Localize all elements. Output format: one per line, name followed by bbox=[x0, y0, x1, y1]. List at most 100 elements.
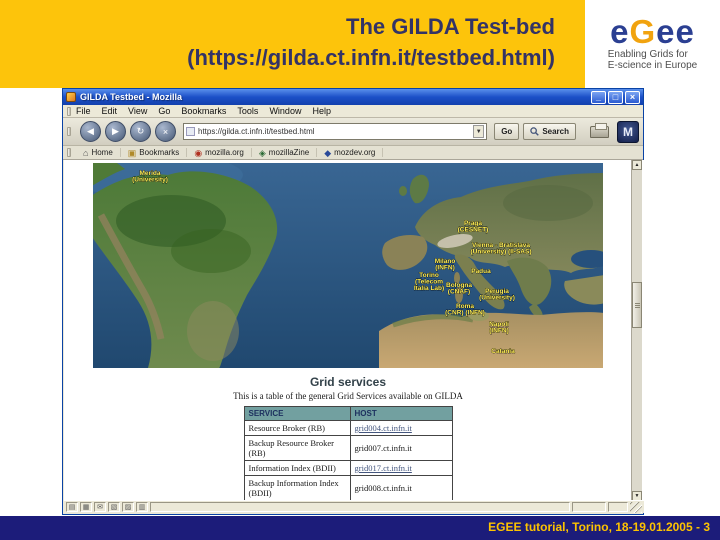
bookmark-item[interactable]: ◉ mozilla.org bbox=[187, 148, 252, 157]
bookmark-item[interactable]: ▣ Bookmarks bbox=[121, 148, 188, 157]
menu-item[interactable]: Window bbox=[269, 106, 301, 116]
bookmark-item[interactable]: ⌂ Home bbox=[76, 148, 121, 157]
menu-items: File Edit View Go Bookmarks Tools Window Help bbox=[76, 106, 342, 116]
bookmark-icon: ◆ bbox=[324, 147, 332, 158]
status-segment bbox=[572, 502, 606, 512]
service-cell: Information Index (BDII) bbox=[243, 460, 351, 476]
map-site-label: (CNAF) bbox=[448, 289, 470, 296]
status-message-field bbox=[150, 502, 570, 512]
window-buttons: _ □ × bbox=[591, 90, 640, 104]
egee-logo: eGee Enabling Grids for E-science in Eur… bbox=[585, 0, 720, 88]
menu-item[interactable]: Tools bbox=[237, 106, 258, 116]
bookmark-label: mozilla.org bbox=[205, 148, 244, 157]
table-row: Information Index (BDII) grid017.ct.infn… bbox=[243, 460, 453, 476]
bookmark-icon: ◉ bbox=[194, 147, 203, 158]
window-control-button[interactable]: □ bbox=[608, 90, 623, 104]
titlebar[interactable]: GILDA Testbed - Mozilla _ □ × bbox=[63, 89, 643, 105]
map-site-label: Padua bbox=[471, 268, 491, 275]
status-icons: ▤ ▦ ✉ ▧ ▨ ▥ bbox=[66, 502, 148, 512]
go-label: Go bbox=[501, 127, 513, 136]
go-button[interactable]: Go bbox=[494, 123, 520, 140]
menu-item[interactable]: Edit bbox=[102, 106, 118, 116]
url-dropdown-icon[interactable]: ▼ bbox=[473, 125, 485, 138]
bookmark-page-icon bbox=[186, 127, 195, 136]
status-segment bbox=[608, 502, 628, 512]
bookmark-item[interactable]: ◆ mozdev.org bbox=[317, 147, 384, 158]
bookmark-label: mozillaZine bbox=[268, 148, 310, 157]
menubar: File Edit View Go Bookmarks Tools Window Help bbox=[63, 105, 643, 118]
status-bar: ▤ ▦ ✉ ▧ ▨ ▥ bbox=[64, 500, 644, 513]
status-icon[interactable]: ▤ bbox=[66, 502, 78, 512]
personal-toolbar: ⌂ Home ▣ Bookmarks ◉ mozilla.org ◈ mozil… bbox=[63, 146, 643, 160]
world-map-image: Merida(University)Praga(CESNET)Vienna - … bbox=[64, 160, 611, 368]
map-site-label: (University) (II-SAS) bbox=[470, 249, 531, 256]
mozilla-logo[interactable]: M bbox=[617, 120, 639, 143]
site-map: Merida (University) Praga (CESNET) Vienna - … bbox=[64, 160, 611, 368]
bookmark-item[interactable]: ◈ mozillaZine bbox=[252, 147, 318, 158]
map-site-label: (INFN) bbox=[435, 265, 455, 272]
menu-item[interactable]: File bbox=[76, 106, 91, 116]
toolbar-grippy[interactable] bbox=[67, 148, 71, 157]
menu-item[interactable]: Help bbox=[312, 106, 331, 116]
url-bar[interactable]: ▼ bbox=[183, 123, 488, 140]
window-icon bbox=[66, 92, 76, 102]
slide-title: The GILDA Test-bed (https://gilda.ct.inf… bbox=[187, 11, 555, 73]
menu-item[interactable]: View bbox=[128, 106, 147, 116]
map-site-label: (CESNET) bbox=[458, 227, 489, 234]
host-cell[interactable]: grid008.ct.infn.it bbox=[349, 475, 453, 501]
toolbar-grippy[interactable] bbox=[67, 127, 71, 136]
service-cell: Backup Information Index (BDII) bbox=[243, 475, 351, 501]
printer-icon[interactable] bbox=[590, 122, 609, 138]
window-control-button[interactable]: × bbox=[625, 90, 640, 104]
status-icon[interactable]: ▥ bbox=[136, 502, 148, 512]
vertical-scrollbar[interactable]: ▲ ▼ bbox=[631, 160, 642, 501]
bookmark-items: ⌂ Home ▣ Bookmarks ◉ mozilla.org ◈ mozil… bbox=[76, 147, 384, 158]
browser-window: GILDA Testbed - Mozilla _ □ × File Edit View… bbox=[62, 88, 644, 515]
slide: The GILDA Test-bed (https://gilda.ct.inf… bbox=[0, 0, 720, 540]
status-icon[interactable]: ✉ bbox=[94, 502, 106, 512]
grid-services-heading: Grid services bbox=[309, 375, 387, 389]
menu-item[interactable]: Go bbox=[158, 106, 170, 116]
table-row: Resource Broker (RB) grid004.ct.infn.it bbox=[243, 420, 453, 436]
table-header-service: SERVICE bbox=[243, 406, 351, 421]
service-cell: Backup Resource Broker (RB) bbox=[243, 435, 351, 461]
services-table: SERVICE HOST Resource Broker (RB) grid00… bbox=[243, 406, 453, 501]
bookmark-icon: ▣ bbox=[127, 147, 137, 158]
table-header-host: HOST bbox=[349, 406, 453, 421]
nav-button[interactable]: ◀ bbox=[80, 121, 101, 142]
nav-button[interactable]: ▶ bbox=[105, 121, 126, 142]
logo-tagline: Enabling Grids for E-science in Europe bbox=[608, 49, 698, 71]
status-icon[interactable]: ▨ bbox=[122, 502, 134, 512]
menu-item[interactable]: Bookmarks bbox=[181, 106, 226, 116]
host-cell[interactable]: grid017.ct.infn.it bbox=[349, 460, 453, 476]
url-input[interactable] bbox=[198, 127, 471, 136]
scroll-up-button[interactable]: ▲ bbox=[632, 160, 642, 170]
table-row: Backup Information Index (BDII) grid008.… bbox=[243, 475, 453, 501]
bookmark-label: Bookmarks bbox=[139, 148, 180, 157]
table-header-row: SERVICE HOST bbox=[243, 406, 453, 421]
map-site-label: (CNR) (INFN) bbox=[445, 310, 485, 317]
map-site-label: (University) bbox=[479, 295, 515, 302]
search-button[interactable]: Search bbox=[523, 123, 576, 140]
logo-letter: G bbox=[629, 13, 657, 50]
content-area: Merida (University) Praga (CESNET) Vienna - … bbox=[64, 160, 644, 501]
table-body: Resource Broker (RB) grid004.ct.infn.it … bbox=[243, 420, 453, 501]
host-cell[interactable]: grid004.ct.infn.it bbox=[349, 420, 453, 436]
resize-grip[interactable] bbox=[630, 501, 642, 513]
scroll-thumb[interactable] bbox=[632, 282, 642, 328]
bookmark-icon: ◈ bbox=[258, 147, 266, 158]
logo-letter: e bbox=[675, 13, 695, 50]
slide-title-line1: The GILDA Test-bed bbox=[346, 14, 555, 39]
navigation-toolbar: ◀▶↻× ▼ Go Search M bbox=[63, 118, 643, 146]
services-description: This is a table of the general Grid Serv… bbox=[233, 391, 463, 401]
toolbar-grippy[interactable] bbox=[67, 106, 71, 116]
status-icon[interactable]: ▧ bbox=[108, 502, 120, 512]
nav-button[interactable]: ↻ bbox=[130, 121, 151, 142]
host-cell[interactable]: grid007.ct.infn.it bbox=[349, 435, 453, 461]
window-control-button[interactable]: _ bbox=[591, 90, 606, 104]
window-title: GILDA Testbed - Mozilla bbox=[80, 92, 183, 102]
nav-button[interactable]: × bbox=[155, 121, 176, 142]
service-cell: Resource Broker (RB) bbox=[243, 420, 351, 436]
status-icon[interactable]: ▦ bbox=[80, 502, 92, 512]
logo-letter: e bbox=[610, 13, 630, 50]
